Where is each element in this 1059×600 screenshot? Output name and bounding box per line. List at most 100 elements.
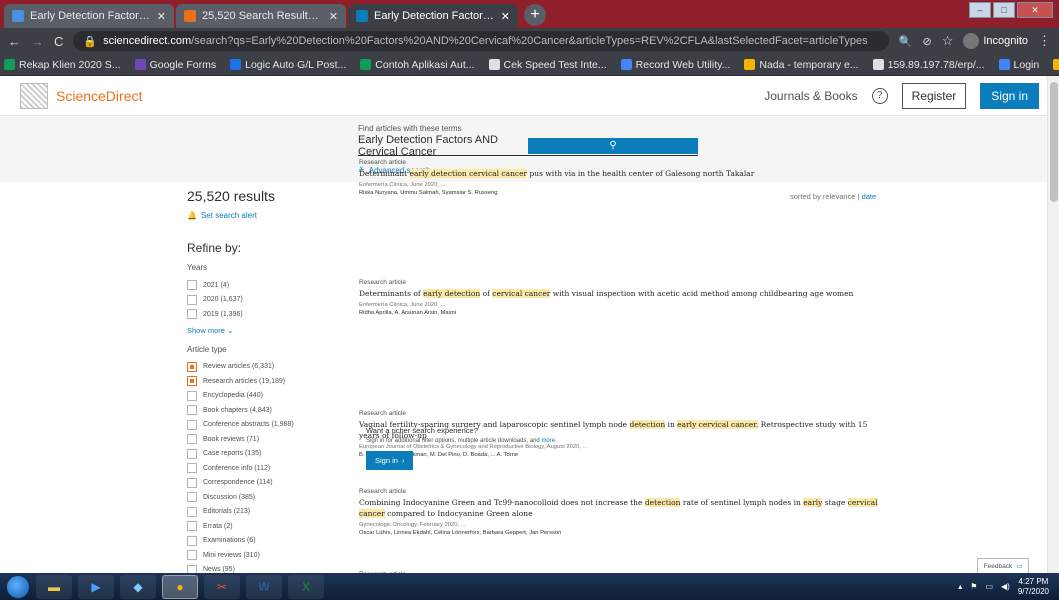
tracking-icon[interactable]: ⊘ xyxy=(922,35,931,48)
feedback-button[interactable]: Feedback ▭ xyxy=(977,558,1029,573)
network-status-icon[interactable]: ▭ xyxy=(985,582,993,591)
scrollbar-thumb[interactable] xyxy=(1050,82,1058,202)
article-source[interactable]: Enfermería Clínica, June 2020, ... xyxy=(359,302,889,308)
filter-checkbox[interactable] xyxy=(187,463,197,474)
back-arrow-icon[interactable]: ← xyxy=(8,34,21,49)
forward-arrow-icon[interactable]: → xyxy=(31,34,44,49)
filter-checkbox[interactable] xyxy=(187,294,197,305)
tray-arrow-icon[interactable]: ▴ xyxy=(958,582,962,591)
bookmark-item[interactable]: 159.89.197.78/erp/... xyxy=(872,59,985,71)
filter-option[interactable]: Mini reviews (310) xyxy=(187,548,337,563)
bookmark-star-icon[interactable]: ☆ xyxy=(942,33,954,49)
zoom-icon[interactable]: 🔍 xyxy=(899,35,913,48)
close-tab-icon[interactable]: ✕ xyxy=(329,10,338,23)
set-search-alert-link[interactable]: 🔔 Set search alert xyxy=(187,211,257,220)
reload-icon[interactable]: C xyxy=(54,34,63,49)
bookmark-item[interactable]: Record Web Utility... xyxy=(620,59,730,71)
filter-option[interactable]: Editorials (213) xyxy=(187,505,337,520)
bookmark-item[interactable]: Logic Auto G/L Post... xyxy=(230,59,346,71)
url-field[interactable]: 🔒 sciencedirect.com/search?qs=Early%20De… xyxy=(73,31,889,51)
filter-checkbox[interactable] xyxy=(187,448,197,459)
filter-option[interactable]: 2019 (1,396) xyxy=(187,307,337,322)
filter-checkbox[interactable] xyxy=(187,434,197,445)
filter-checkbox[interactable] xyxy=(187,477,197,488)
sciencedirect-logo[interactable]: ScienceDirect xyxy=(20,82,142,109)
browser-tab[interactable]: Early Detection Factors AND Cer ✕ xyxy=(4,4,174,28)
page-scrollbar[interactable] xyxy=(1047,76,1059,573)
filter-option[interactable]: Errata (2) xyxy=(187,519,337,534)
filter-checkbox[interactable] xyxy=(187,492,197,503)
close-window-button[interactable]: ✕ xyxy=(1017,2,1053,18)
filter-checkbox[interactable] xyxy=(187,419,197,430)
bookmark-item[interactable]: Rekap Klien 2020 S... xyxy=(4,59,121,71)
filter-option[interactable]: Review articles (6,331) xyxy=(187,360,337,375)
filter-option[interactable]: Book chapters (4,843) xyxy=(187,403,337,418)
filter-option[interactable]: Correspondence (114) xyxy=(187,476,337,491)
browser-tab[interactable]: Early Detection Factors AND Cer ✕ xyxy=(348,4,518,28)
filter-option[interactable]: Conference info (112) xyxy=(187,461,337,476)
bookmark-item[interactable]: Login xyxy=(998,59,1039,71)
filter-checkbox[interactable] xyxy=(187,564,197,573)
filter-checkbox[interactable] xyxy=(187,405,197,416)
article-title-link[interactable]: Determinants of early detection of cervi… xyxy=(359,289,889,300)
filter-checkbox[interactable] xyxy=(187,550,197,561)
incognito-indicator[interactable]: Incognito xyxy=(963,33,1028,49)
filter-option[interactable]: News (95) xyxy=(187,563,337,573)
network-icon[interactable]: ◆ xyxy=(120,574,156,599)
search-icon[interactable]: ⚲ xyxy=(528,137,698,154)
filter-checkbox[interactable] xyxy=(187,390,197,401)
new-tab-button[interactable]: + xyxy=(524,4,546,26)
filter-option[interactable]: 2020 (1,637) xyxy=(187,293,337,308)
filter-option[interactable]: Case reports (135) xyxy=(187,447,337,462)
bookmark-item[interactable]: Contoh Aplikasi Aut... xyxy=(360,59,475,71)
journals-books-link[interactable]: Journals & Books xyxy=(764,89,857,103)
flag-icon[interactable]: ⚑ xyxy=(970,582,977,591)
filter-option[interactable]: Discussion (385) xyxy=(187,490,337,505)
filter-checkbox[interactable] xyxy=(187,361,197,372)
minimize-button[interactable]: – xyxy=(969,2,991,18)
filter-option[interactable]: Encyclopedia (440) xyxy=(187,389,337,404)
media-player-icon[interactable]: ▶ xyxy=(78,574,114,599)
clock[interactable]: 4:27 PM 9/7/2020 xyxy=(1018,577,1049,596)
bookmark-item[interactable]: Google Forms xyxy=(134,59,216,71)
filter-checkbox[interactable] xyxy=(187,309,197,320)
filter-checkbox[interactable] xyxy=(187,535,197,546)
bookmark-item[interactable]: Nada - temporary e... xyxy=(744,59,859,71)
sign-in-button[interactable]: Sign in xyxy=(980,82,1039,109)
article-source[interactable]: Enfermería Clínica, June 2020, ... xyxy=(359,182,889,188)
show-more-link[interactable]: Show more ⌄ xyxy=(187,326,337,335)
excel-icon[interactable]: X xyxy=(288,574,324,599)
search-input[interactable]: Early Detection Factors AND Cervical Can… xyxy=(358,134,698,158)
chrome-taskbar-icon[interactable]: ● xyxy=(162,574,198,599)
filter-option[interactable]: Research articles (19,189) xyxy=(187,374,337,389)
article-title-link[interactable]: Combining Indocyanine Green and Tc99-nan… xyxy=(359,498,889,520)
promo-more-link[interactable]: more. xyxy=(541,438,556,444)
browser-menu-icon[interactable]: ⋮ xyxy=(1038,33,1051,49)
filter-option[interactable]: Examinations (6) xyxy=(187,534,337,549)
filter-checkbox[interactable] xyxy=(187,506,197,517)
article-source[interactable]: Gynecologic Oncology, February 2020, ... xyxy=(359,522,889,528)
word-icon[interactable]: W xyxy=(246,574,282,599)
bookmark-item[interactable]: Cek Speed Test Inte... xyxy=(488,59,607,71)
register-button[interactable]: Register xyxy=(901,82,967,109)
volume-icon[interactable]: ◀) xyxy=(1001,582,1010,591)
tab-title: Early Detection Factors AND Cer xyxy=(374,10,495,22)
filter-option[interactable]: Conference abstracts (1,988) xyxy=(187,418,337,433)
snipping-tool-icon[interactable]: ✂ xyxy=(204,574,240,599)
start-button[interactable] xyxy=(6,574,30,599)
filter-checkbox[interactable] xyxy=(187,376,197,387)
help-icon[interactable]: ? xyxy=(871,87,888,104)
maximize-button[interactable]: □ xyxy=(993,2,1015,18)
browser-tab[interactable]: 25,520 Search Results - Keyword ✕ xyxy=(176,4,346,28)
filter-option[interactable]: Book reviews (71) xyxy=(187,432,337,447)
close-tab-icon[interactable]: ✕ xyxy=(501,10,510,23)
promo-sign-in-button[interactable]: Sign in › xyxy=(366,451,414,470)
filter-checkbox[interactable] xyxy=(187,521,197,532)
close-tab-icon[interactable]: ✕ xyxy=(157,10,166,23)
file-explorer-icon[interactable]: ▬ xyxy=(36,574,72,599)
article-title-link[interactable]: Determinant early detection cervical can… xyxy=(359,169,889,180)
filter-checkbox[interactable] xyxy=(187,280,197,291)
filter-option[interactable]: 2021 (4) xyxy=(187,278,337,293)
url-path: /search?qs=Early%20Detection%20Factors%2… xyxy=(191,35,868,47)
bookmark-item[interactable]: Commits · master ... xyxy=(1053,59,1059,71)
